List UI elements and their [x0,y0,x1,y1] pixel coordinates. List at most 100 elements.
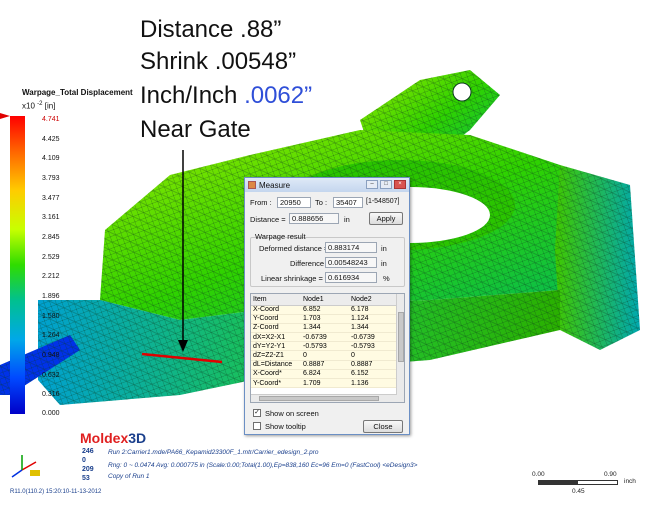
legend-tick: 0.632 [42,372,60,379]
to-label: To : [315,198,328,207]
dialog-titlebar[interactable]: Measure – □ × [245,178,409,192]
scale-left-label: 0.00 [532,471,545,478]
table-cell: X-Coord* [251,369,301,380]
table-row[interactable]: dX=X2-X1 -0.6739 -0.6739 [251,332,397,343]
table-header-item[interactable]: Item [251,294,301,306]
stat-number: 53 [82,475,90,482]
show-on-screen-checkbox[interactable]: ✓ [253,409,261,417]
node-data-table[interactable]: Item Node1 Node2 X-Coord 6.852 6.178 Y-Coo… [250,293,405,403]
legend-tick: 4.109 [42,155,60,162]
legend-unit: x10 -2 [in] [22,101,55,111]
legend-tick: 1.896 [42,293,60,300]
table-cell: 6.152 [349,369,397,380]
scale-mid-label: 0.45 [572,488,585,495]
distance-unit: in [344,215,350,224]
scale-bar [538,480,618,485]
legend-tick: 0.948 [42,352,60,359]
legend-tick: 3.793 [42,175,60,182]
from-node-input[interactable]: 20950 [277,197,311,208]
table-row[interactable]: Z-Coord 1.344 1.344 [251,323,397,334]
table-cell: 6.824 [301,369,349,380]
show-on-screen-label: Show on screen [265,409,319,418]
legend-tick: 3.161 [42,214,60,221]
table-cell: 0.8887 [349,360,397,370]
deformed-distance-label: Deformed distance = [259,244,329,253]
deformed-distance-unit: in [381,244,387,253]
copy-info: Copy of Run 1 [108,473,150,480]
legend-tick: 0.000 [42,410,60,417]
table-row[interactable]: Y-Coord* 1.709 1.136 [251,378,397,389]
maximize-button[interactable]: □ [380,180,392,189]
measure-dialog[interactable]: Measure – □ × From : 20950 To : 35407 [1… [244,177,410,435]
moldex3d-logo: Moldex3D [80,430,146,446]
table-cell: 1.703 [301,314,349,324]
legend-tick: 3.477 [42,195,60,202]
table-cell: dY=Y2-Y1 [251,341,301,352]
annotation-inch-label: Inch/Inch [140,82,245,109]
legend-tick: 4.741 [42,116,60,123]
table-cell: 1.136 [349,378,397,389]
legend-tick: 4.425 [42,136,60,143]
table-row[interactable]: X-Coord 6.852 6.178 [251,305,397,315]
horizontal-scroll-thumb[interactable] [259,396,379,401]
annotation-distance: Distance .88” [140,16,282,43]
table-row[interactable]: dY=Y2-Y1 -0.5793 -0.5793 [251,341,397,352]
table-header-row: Item Node1 Node2 [251,294,397,306]
legend-tick: 2.529 [42,254,60,261]
table-row[interactable]: dZ=Z2-Z1 0 0 [251,350,397,361]
stat-number: 0 [82,457,86,464]
table-cell: 0 [301,350,349,361]
annotation-inch-per-inch: Inch/Inch .0062” [140,80,312,112]
table-cell: Y-Coord* [251,378,301,389]
table-row[interactable]: Y-Coord 1.703 1.124 [251,314,397,324]
table-cell: 0 [349,350,397,361]
table-row[interactable]: dL=Distance 0.8887 0.8887 [251,360,397,370]
table-header-node1[interactable]: Node1 [301,294,349,306]
linear-shrinkage-value: 0.616934 [325,272,377,283]
to-node-input[interactable]: 35407 [333,197,363,208]
legend-tick: 2.212 [42,273,60,280]
legend-unit-prefix: x10 [22,101,35,111]
run-info: Run 2:Carrier1.mde/PA66_Kepamid23300F_1.… [108,449,319,456]
scale-unit-label: inch [624,478,636,485]
close-window-button[interactable]: × [394,180,406,189]
table-header-node2[interactable]: Node2 [349,294,397,306]
table-cell: dX=X2-X1 [251,332,301,343]
show-tooltip-label: Show tooltip [265,422,306,431]
table-horizontal-scrollbar[interactable] [251,394,397,402]
stat-number: 209 [82,466,94,473]
linear-shrinkage-unit: % [383,274,390,283]
table-cell: 1.709 [301,378,349,389]
table-cell: 1.124 [349,314,397,324]
show-tooltip-checkbox[interactable] [253,422,261,430]
table-cell: Z-Coord [251,323,301,334]
from-label: From : [250,198,272,207]
legend-unit-label: [in] [44,101,56,111]
table-cell: -0.6739 [349,332,397,343]
table-vertical-scrollbar[interactable] [396,294,404,402]
table-cell: 6.852 [301,305,349,315]
difference-value: 0.00548243 [325,257,377,268]
close-button[interactable]: Close [363,420,403,433]
table-cell: -0.6739 [301,332,349,343]
annotation-near-gate: Near Gate [140,116,251,143]
table-row[interactable]: X-Coord* 6.824 6.152 [251,369,397,380]
minimize-button[interactable]: – [366,180,378,189]
table-cell: -0.5793 [301,341,349,352]
vertical-scroll-thumb[interactable] [398,312,404,362]
legend-unit-exp: -2 [37,101,43,107]
annotation-inch-value: .0062” [244,82,313,109]
ruler-icon [248,181,256,189]
range-info: Rng: 0 ~ 0.0474 Avg: 0.000775 in (Scale:… [108,462,418,469]
table-cell: 1.344 [301,323,349,334]
table-cell: 6.178 [349,305,397,315]
table-cell: -0.5793 [349,341,397,352]
stat-number: 246 [82,448,94,455]
annotation-shrink: Shrink .00548” [140,48,297,75]
legend-tick: 1.264 [42,332,60,339]
legend-color-bar [10,116,25,414]
legend-tick: 1.580 [42,313,60,320]
table-cell: X-Coord [251,305,301,315]
brand-name: Moldex [80,430,129,446]
apply-button[interactable]: Apply [369,212,403,225]
